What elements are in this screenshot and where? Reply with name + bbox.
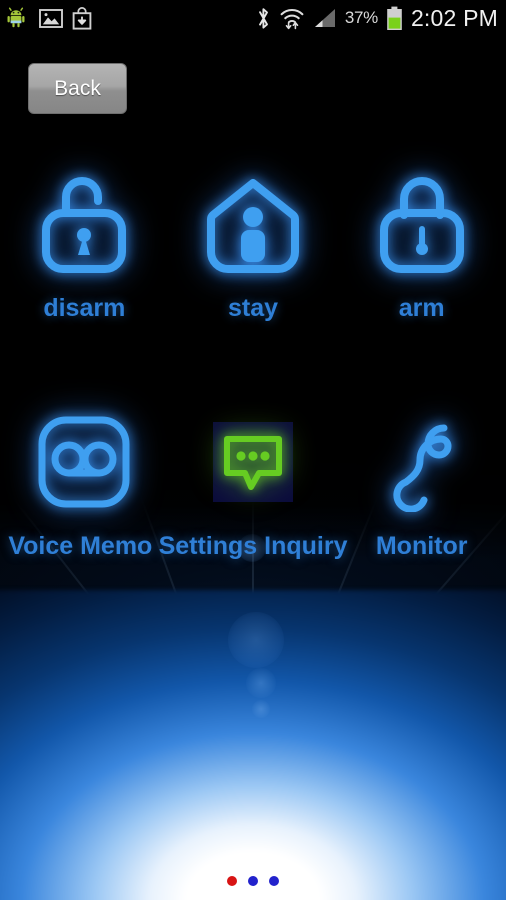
wifi-icon xyxy=(280,8,304,29)
battery-icon xyxy=(387,6,402,30)
padlock-closed-icon xyxy=(379,177,464,273)
grid-item-label: stay xyxy=(227,294,279,322)
page-dot[interactable] xyxy=(248,876,258,886)
bluetooth-icon xyxy=(258,7,268,29)
speech-bubble-icon xyxy=(224,436,282,490)
status-bar: 37% 2:02 PM xyxy=(0,0,506,36)
grid-row: disarm stay arm xyxy=(0,160,506,323)
lens-flare-orb xyxy=(246,668,276,698)
android-robot-icon xyxy=(7,7,25,28)
grid-item-label: Monitor xyxy=(375,532,468,560)
grid-item-arm[interactable]: arm xyxy=(337,160,506,323)
lens-flare-orb xyxy=(252,700,270,718)
grid-item-settings-inquiry[interactable]: Settings Inquiry xyxy=(159,398,347,561)
grid-item-label: Voice Memo xyxy=(8,532,153,560)
app-screen: 37% 2:02 PM Back disarm stay arm Voice M… xyxy=(0,0,506,900)
page-dot[interactable] xyxy=(269,876,279,886)
grid-item-stay[interactable]: stay xyxy=(169,160,338,323)
selected-tile-background xyxy=(213,422,293,502)
page-indicator[interactable] xyxy=(0,876,506,886)
page-dot-active[interactable] xyxy=(227,876,237,886)
voicemail-icon xyxy=(38,416,130,508)
home-person-icon xyxy=(207,179,299,273)
grid-item-label: disarm xyxy=(43,294,126,322)
clock-label: 2:02 PM xyxy=(410,4,498,31)
grid-item-disarm[interactable]: disarm xyxy=(0,160,169,323)
grid-item-label: arm xyxy=(398,294,445,322)
grid-row: Voice Memo Settings Inquiry Monitor xyxy=(0,398,506,561)
photo-icon xyxy=(39,8,63,28)
icon-grid: disarm stay arm Voice Memo Settings Inqu… xyxy=(0,160,506,561)
phone-handset-icon xyxy=(393,424,452,512)
grid-item-label: Settings Inquiry xyxy=(158,532,348,560)
download-bag-icon xyxy=(72,6,92,30)
grid-item-voice-memo[interactable]: Voice Memo xyxy=(0,398,169,561)
grid-item-monitor[interactable]: Monitor xyxy=(337,398,506,561)
back-button-label: Back xyxy=(54,76,101,100)
lens-flare-orb xyxy=(228,612,284,668)
back-button[interactable]: Back xyxy=(28,63,127,114)
cellular-signal-icon xyxy=(314,9,335,27)
padlock-open-icon xyxy=(42,177,127,273)
battery-percent-label: 37% xyxy=(344,8,378,27)
